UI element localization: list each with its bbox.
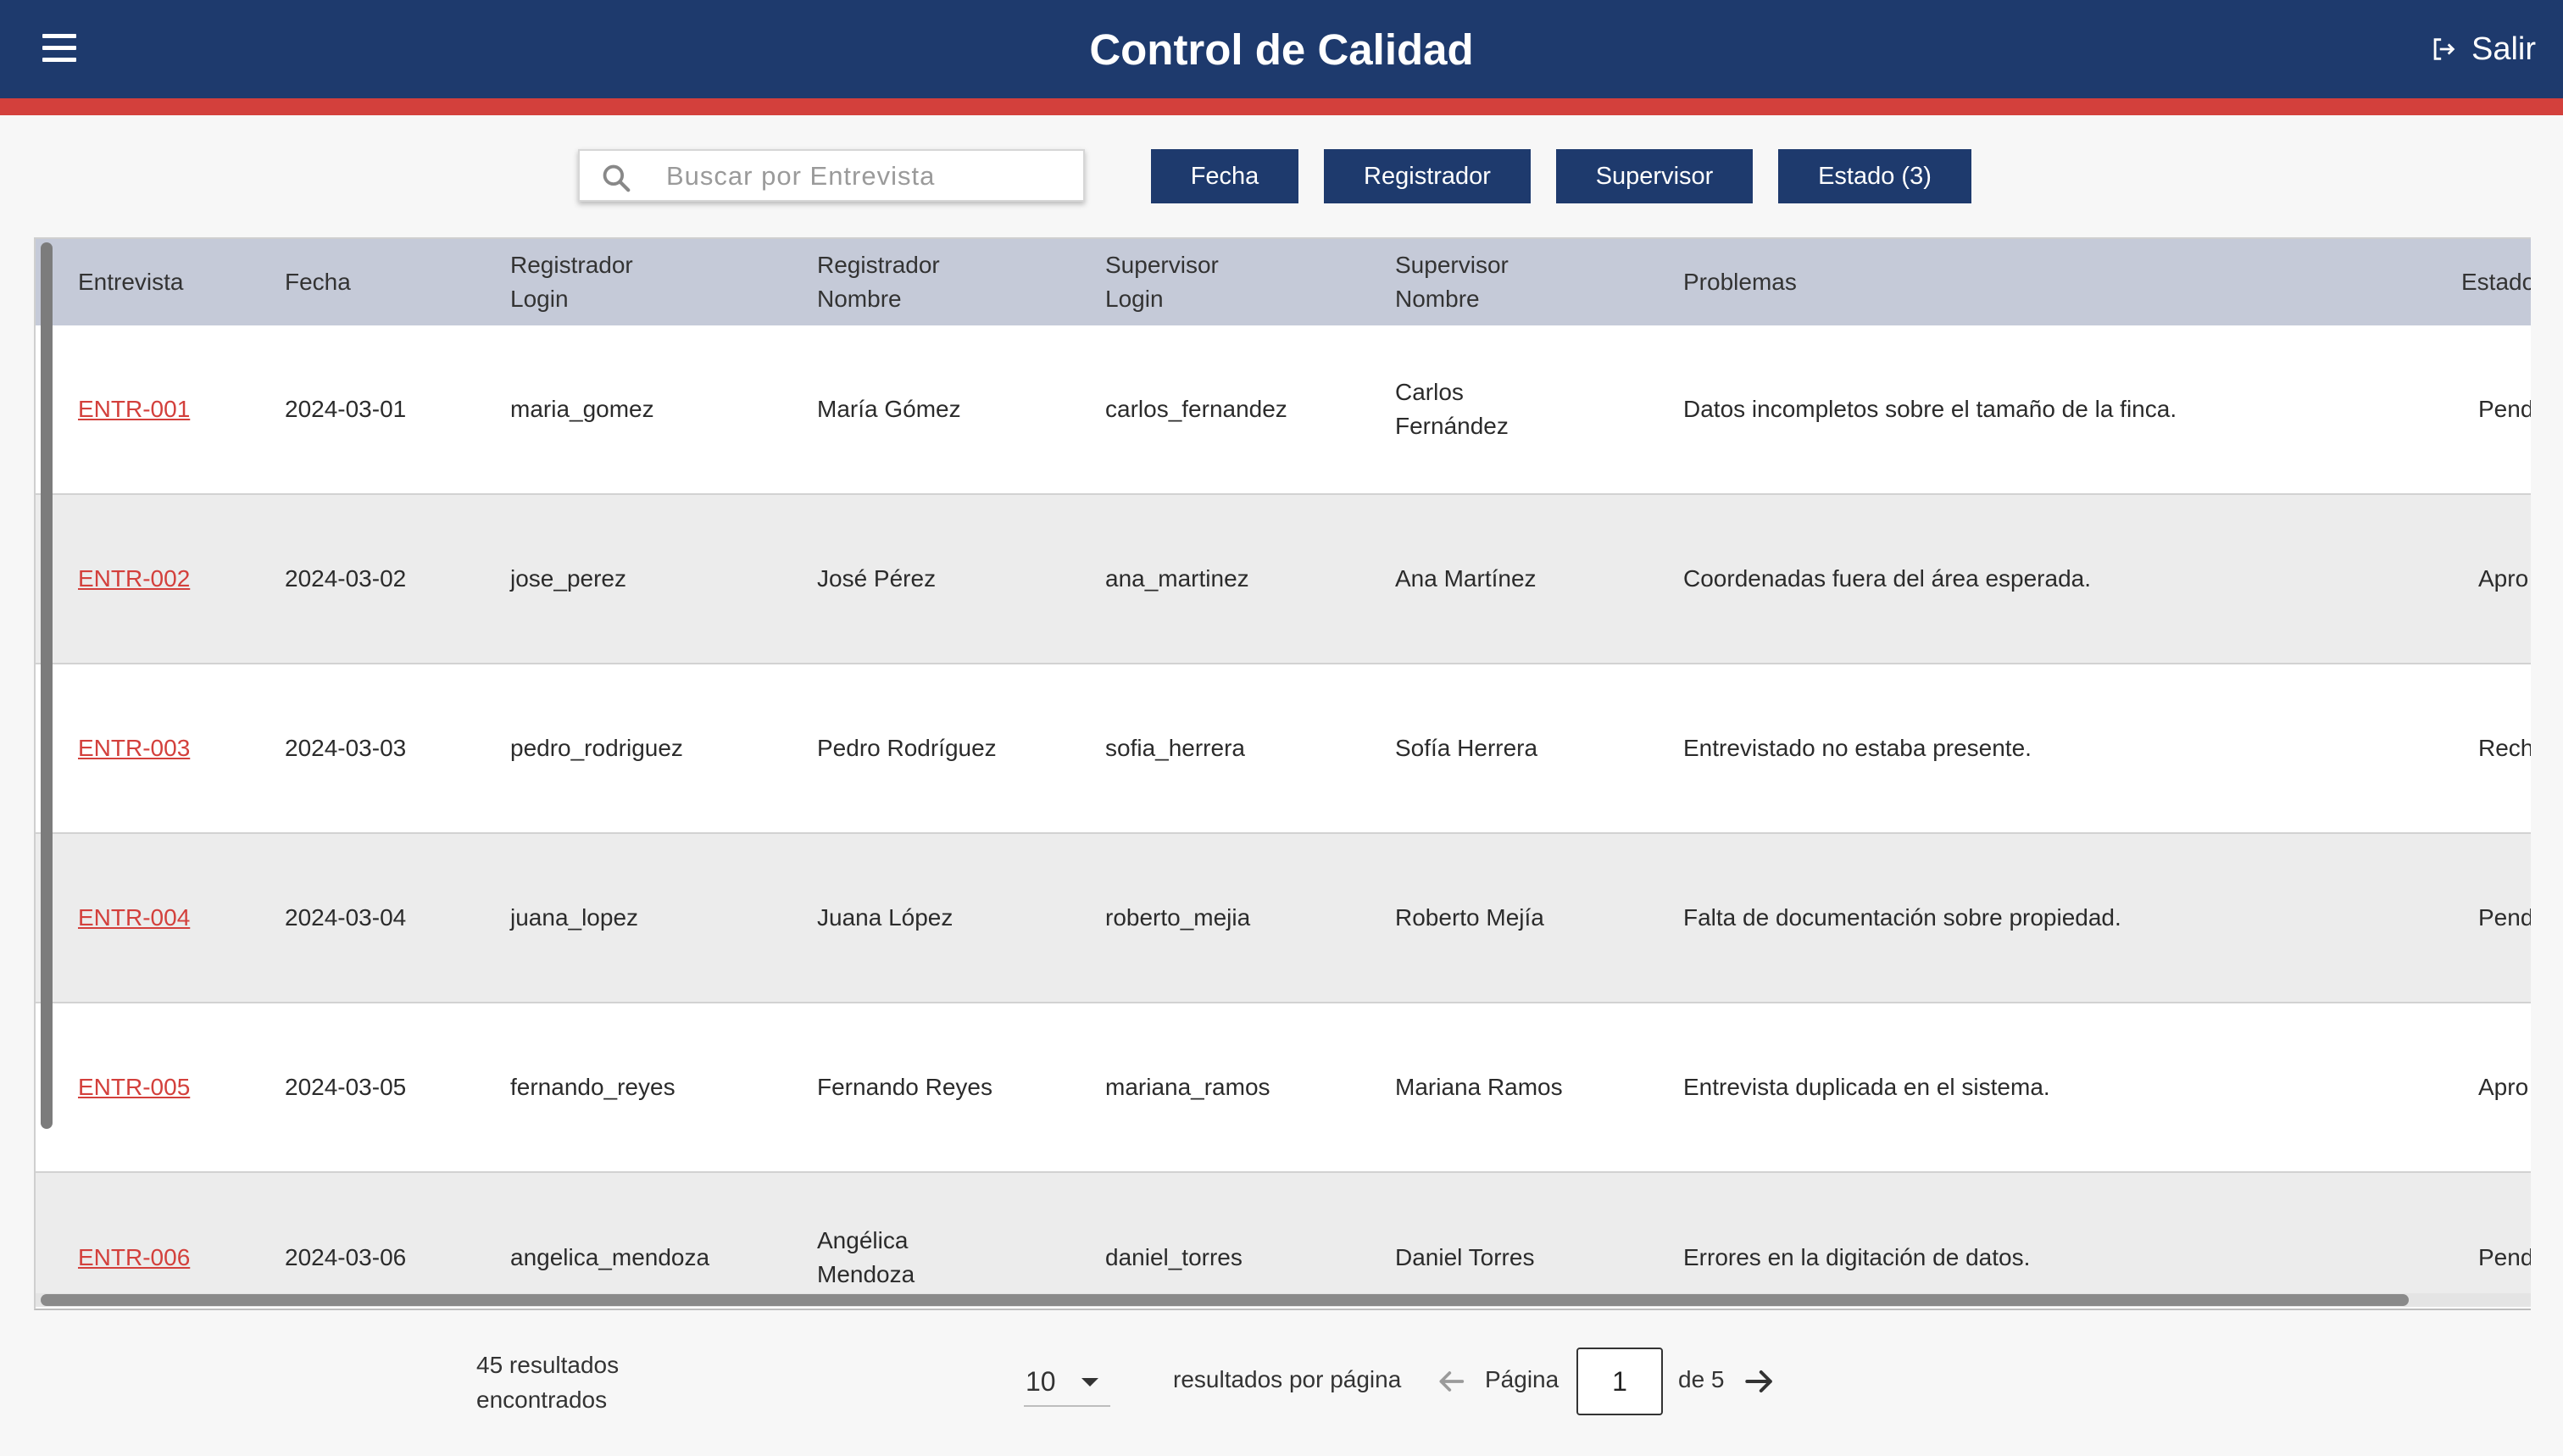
cell-registrador-nombre: Angélica Mendoza [817,1227,915,1287]
table-row: ENTR-004 2024-03-04 juana_lopez Juana Ló… [36,834,2531,1003]
logout-label: Salir [2471,31,2536,67]
cell-registrador-nombre: José Pérez [817,565,937,592]
cell-supervisor-login: ana_martinez [1105,565,1249,592]
cell-problemas: Datos incompletos sobre el tamaño de la … [1683,396,2177,422]
cell-problemas: Entrevista duplicada en el sistema. [1683,1074,2050,1100]
results-table: Entrevista Fecha Registrador Login Regis… [34,237,2531,1310]
total-pages-label: de 5 [1678,1366,1725,1392]
page-label: Página [1485,1366,1559,1392]
cell-estado: Pend [2478,396,2531,422]
entrevista-link[interactable]: ENTR-003 [78,664,190,832]
app-header: Control de Calidad Salir [0,0,2563,98]
cell-registrador-nombre: Juana López [817,904,953,931]
cell-registrador-login: jose_perez [510,565,626,592]
cell-fecha: 2024-03-04 [285,904,407,931]
results-count: 45 resultados encontrados [476,1352,620,1413]
cell-supervisor-nombre: Daniel Torres [1395,1244,1535,1270]
cell-supervisor-nombre: Carlos Fernández [1395,379,1509,439]
cell-supervisor-nombre: Ana Martínez [1395,565,1537,592]
entrevista-link[interactable]: ENTR-001 [78,325,190,493]
cell-estado: Apro [2478,565,2529,592]
cell-estado: Apro [2478,1074,2529,1100]
cell-problemas: Entrevistado no estaba presente. [1683,735,2032,761]
cell-supervisor-login: roberto_mejia [1105,904,1251,931]
cell-registrador-login: maria_gomez [510,396,654,422]
cell-fecha: 2024-03-02 [285,565,407,592]
cell-supervisor-login: mariana_ramos [1105,1074,1270,1100]
cell-supervisor-nombre: Sofía Herrera [1395,735,1538,761]
page-title: Control de Calidad [1089,25,1474,74]
caret-down-icon [1081,1378,1098,1387]
table-row: ENTR-005 2024-03-05 fernando_reyes Ferna… [36,1003,2531,1173]
logout-button[interactable]: Salir [2429,25,2536,73]
arrow-left-icon [1439,1371,1465,1392]
table-row: ENTR-001 2024-03-01 maria_gomez María Gó… [36,325,2531,495]
search-icon [603,164,631,192]
column-header-problemas[interactable]: Problemas [1683,239,1797,325]
arrow-right-icon [1745,1370,1772,1393]
entrevista-link[interactable]: ENTR-006 [78,1173,190,1309]
filter-registrador-button[interactable]: Registrador [1324,149,1531,203]
cell-estado: Pend [2478,1244,2531,1270]
per-page-value: 10 [1026,1366,1056,1397]
cell-problemas: Falta de documentación sobre propiedad. [1683,904,2121,931]
entrevista-link[interactable]: ENTR-002 [78,495,190,663]
cell-supervisor-login: daniel_torres [1105,1244,1243,1270]
search-box [578,149,1085,202]
cell-registrador-nombre: María Gómez [817,396,961,422]
filter-supervisor-button[interactable]: Supervisor [1556,149,1753,203]
cell-fecha: 2024-03-03 [285,735,407,761]
cell-supervisor-nombre: Mariana Ramos [1395,1074,1563,1100]
vertical-scrollbar[interactable] [41,242,53,1129]
cell-registrador-nombre: Pedro Rodríguez [817,735,997,761]
cell-registrador-nombre: Fernando Reyes [817,1074,993,1100]
next-page-button[interactable] [1741,1363,1778,1404]
cell-registrador-login: juana_lopez [510,904,639,931]
cell-registrador-login: angelica_mendoza [510,1244,710,1270]
cell-registrador-login: fernando_reyes [510,1074,675,1100]
cell-fecha: 2024-03-01 [285,396,407,422]
per-page-select[interactable]: 10 [1024,1359,1110,1407]
cell-fecha: 2024-03-06 [285,1244,407,1270]
page-number-input[interactable] [1576,1348,1663,1415]
cell-problemas: Errores en la digitación de datos. [1683,1244,2031,1270]
table-row: ENTR-003 2024-03-03 pedro_rodriguez Pedr… [36,664,2531,834]
cell-registrador-login: pedro_rodriguez [510,735,683,761]
cell-problemas: Coordenadas fuera del área esperada. [1683,565,2092,592]
cell-estado: Pend [2478,904,2531,931]
column-header-supervisor-nombre[interactable]: Supervisor Nombre [1395,239,1509,325]
column-header-registrador-login[interactable]: Registrador Login [510,239,633,325]
filter-fecha-button[interactable]: Fecha [1151,149,1298,203]
header-accent-bar [0,98,2563,115]
column-header-registrador-nombre[interactable]: Registrador Nombre [817,239,940,325]
search-input[interactable] [664,151,1075,202]
horizontal-scrollbar[interactable] [41,1294,2409,1306]
cell-estado: Rech [2478,735,2531,761]
per-page-label: resultados por página [1173,1366,1402,1392]
column-header-estado[interactable]: Estado [2461,239,2531,325]
column-header-fecha[interactable]: Fecha [285,239,351,325]
table-row: ENTR-006 2024-03-06 angelica_mendoza Ang… [36,1173,2531,1295]
cell-supervisor-login: sofia_herrera [1105,735,1245,761]
entrevista-link[interactable]: ENTR-004 [78,834,190,1002]
entrevista-link[interactable]: ENTR-005 [78,1003,190,1171]
filter-estado-button[interactable]: Estado (3) [1778,149,1971,203]
cell-supervisor-nombre: Roberto Mejía [1395,904,1544,931]
table-header: Entrevista Fecha Registrador Login Regis… [36,239,2531,325]
column-header-entrevista[interactable]: Entrevista [78,239,184,325]
logout-icon [2433,38,2455,60]
previous-page-button[interactable] [1434,1364,1468,1403]
cell-fecha: 2024-03-05 [285,1074,407,1100]
column-header-supervisor-login[interactable]: Supervisor Login [1105,239,1219,325]
cell-supervisor-login: carlos_fernandez [1105,396,1287,422]
table-row: ENTR-002 2024-03-02 jose_perez José Pére… [36,495,2531,664]
